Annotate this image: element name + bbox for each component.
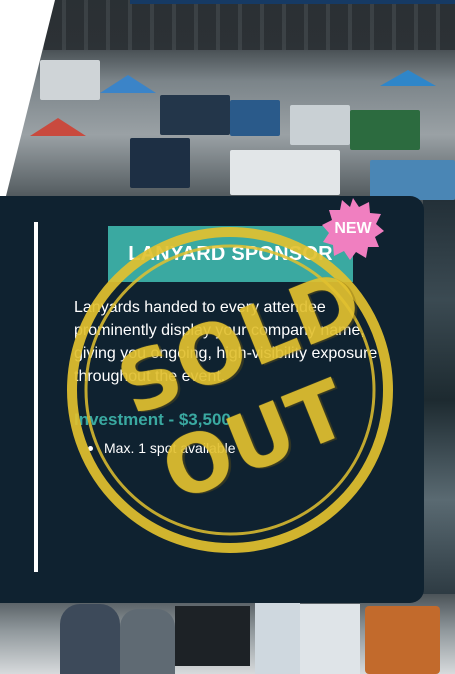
booth xyxy=(230,150,340,195)
top-accent-bar xyxy=(130,0,455,4)
new-badge: NEW xyxy=(320,196,386,262)
canopy xyxy=(100,75,156,93)
booth xyxy=(230,100,280,136)
booth xyxy=(370,160,455,200)
canopy xyxy=(380,70,436,86)
sponsor-title: LANYARD SPONSOR xyxy=(108,226,353,282)
booth xyxy=(130,138,190,188)
photo-edge xyxy=(423,200,455,600)
photo-bottom xyxy=(0,594,455,674)
corner-accent xyxy=(0,0,55,220)
hall-ceiling xyxy=(0,0,455,50)
benefits-list: Max. 1 spot available xyxy=(88,440,236,456)
booth xyxy=(350,110,420,150)
new-badge-label: NEW xyxy=(334,220,372,237)
booth xyxy=(290,105,350,145)
list-item: Max. 1 spot available xyxy=(88,440,236,456)
accent-divider xyxy=(34,222,38,572)
investment-price: Investment - $3,500 xyxy=(74,410,231,429)
sponsor-description: Lanyards handed to every attendee promin… xyxy=(74,299,378,385)
booth xyxy=(160,95,230,135)
